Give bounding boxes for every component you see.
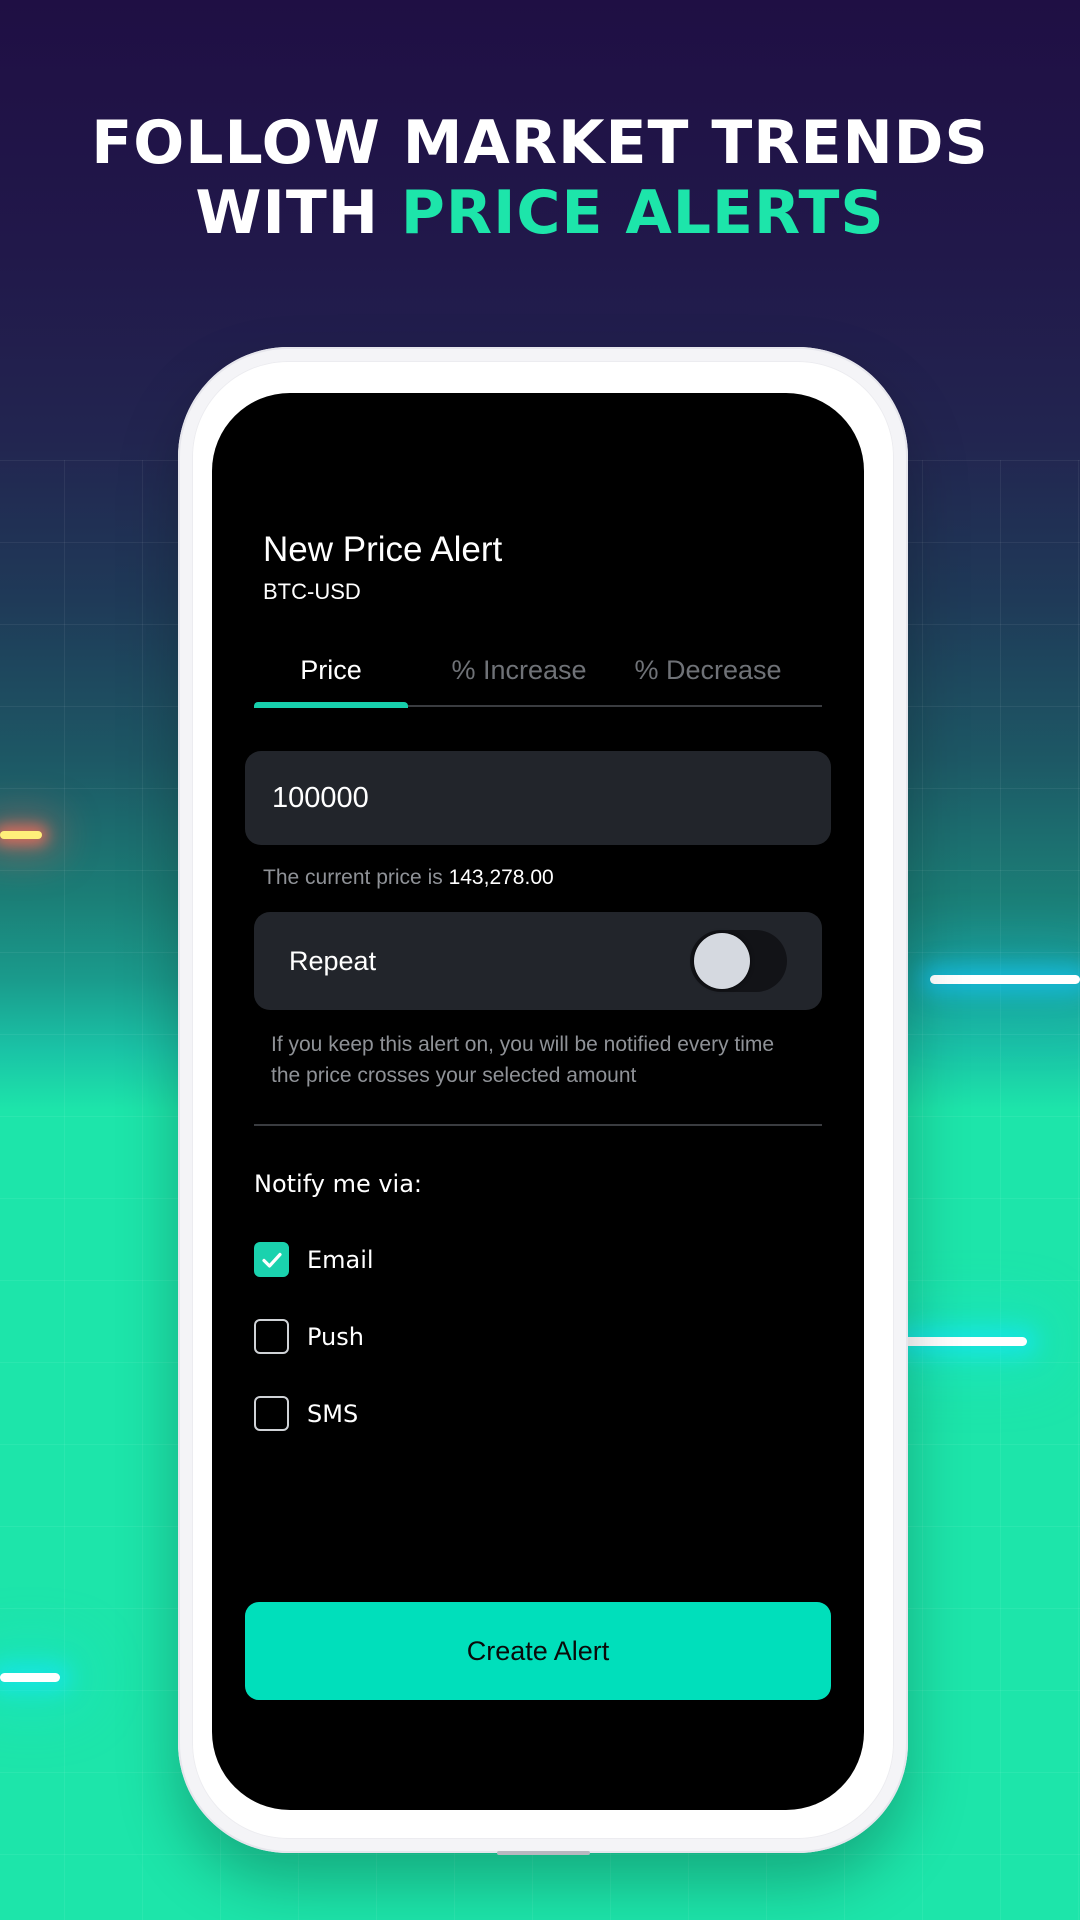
notify-option-push[interactable]: Push	[254, 1319, 364, 1354]
notify-option-sms[interactable]: SMS	[254, 1396, 358, 1431]
sms-label: SMS	[307, 1399, 359, 1428]
create-alert-button[interactable]: Create Alert	[245, 1602, 831, 1700]
glow-line-orange	[0, 831, 42, 839]
headline-line-1: FOLLOW MARKET TRENDS	[91, 108, 989, 178]
push-checkbox[interactable]	[254, 1319, 289, 1354]
promo-headline: FOLLOW MARKET TRENDS WITH PRICE ALERTS	[0, 108, 1080, 248]
tab-price[interactable]: Price	[254, 655, 408, 708]
notify-option-email[interactable]: Email	[254, 1242, 374, 1277]
repeat-label: Repeat	[289, 946, 377, 976]
alert-type-tabs: Price % Increase % Decrease	[254, 655, 822, 708]
phone-port	[497, 1851, 590, 1855]
glow-line-cyan	[0, 1673, 60, 1682]
current-price-text: The current price is 143,278.00	[263, 866, 554, 890]
glow-line-cyan	[930, 975, 1080, 984]
repeat-help-text: If you keep this alert on, you will be n…	[271, 1033, 775, 1087]
glow-line-cyan	[900, 1337, 1027, 1346]
repeat-toggle[interactable]	[690, 930, 787, 992]
notify-label: Notify me via:	[254, 1170, 423, 1198]
current-price-prefix: The current price is	[263, 866, 449, 889]
phone-screen: New Price Alert BTC-USD Price % Increase…	[212, 393, 864, 1810]
sms-checkbox[interactable]	[254, 1396, 289, 1431]
current-price-value: 143,278.00	[448, 866, 554, 889]
price-input[interactable]	[245, 751, 831, 845]
tab-percent-decrease[interactable]: % Decrease	[630, 655, 786, 705]
headline-prefix: WITH	[195, 178, 401, 248]
push-label: Push	[307, 1322, 364, 1351]
divider	[254, 1124, 822, 1126]
tab-percent-increase[interactable]: % Increase	[408, 655, 630, 705]
headline-accent: PRICE ALERTS	[400, 178, 885, 248]
email-checkbox[interactable]	[254, 1242, 289, 1277]
headline-line-2: WITH PRICE ALERTS	[0, 178, 1080, 248]
check-icon	[261, 1252, 282, 1268]
page-title: New Price Alert	[263, 530, 503, 569]
email-label: Email	[307, 1245, 374, 1274]
trading-pair: BTC-USD	[263, 579, 361, 604]
repeat-row: Repeat	[254, 912, 822, 1010]
toggle-knob	[694, 933, 750, 989]
